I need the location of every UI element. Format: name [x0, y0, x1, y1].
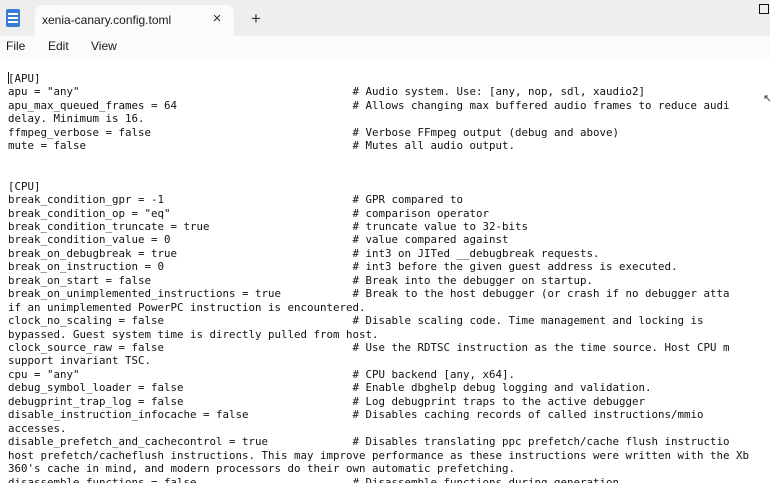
editor-line: apu = "any" # Audio system. Use: [any, n…	[8, 85, 646, 99]
new-tab-button[interactable]: +	[245, 8, 267, 30]
editor-line: ffmpeg_verbose = false # Verbose FFmpeg …	[8, 125, 620, 139]
menu-bar: File Edit View	[0, 36, 770, 58]
editor-line: delay. Minimum is 16.	[8, 112, 145, 126]
editor-line: accesses.	[8, 421, 67, 435]
editor-line: host prefetch/cacheflush instructions. T…	[8, 448, 750, 462]
editor-line: [CPU]	[8, 179, 41, 193]
menu-view[interactable]: View	[91, 39, 117, 53]
notepad-icon	[6, 9, 20, 27]
editor-line: bypassed. Guest system time is directly …	[8, 327, 379, 341]
editor-line: mute = false # Mutes all audio output.	[8, 139, 516, 153]
editor-line: break_on_instruction = 0 # int3 before t…	[8, 260, 678, 274]
editor-line: break_condition_truncate = true # trunca…	[8, 219, 529, 233]
editor-line: break_on_debugbreak = true # int3 on JIT…	[8, 246, 600, 260]
tab-title: xenia-canary.config.toml	[42, 13, 172, 27]
text-editor[interactable]: ↖ [APU] apu = "any" # Audio system. Use: …	[0, 58, 770, 483]
close-icon[interactable]: ×	[207, 9, 227, 29]
editor-line: if an unimplemented PowerPC instruction …	[8, 300, 366, 314]
editor-line: break_on_start = false # Break into the …	[8, 273, 594, 287]
editor-line: clock_source_raw = false # Use the RDTSC…	[8, 341, 730, 354]
menu-file[interactable]: File	[6, 39, 25, 53]
title-bar: xenia-canary.config.toml × +	[0, 0, 770, 36]
editor-line: break_condition_value = 0 # value compar…	[8, 233, 509, 247]
editor-line: debugprint_trap_log = false # Log debugp…	[8, 394, 646, 408]
tab-config-file[interactable]: xenia-canary.config.toml ×	[35, 5, 234, 36]
editor-line: disable_prefetch_and_cachecontrol = true…	[8, 435, 730, 449]
editor-line: break_condition_gpr = -1 # GPR compared …	[8, 193, 464, 207]
editor-line: clock_no_scaling = false # Disable scali…	[8, 314, 704, 328]
editor-line: disable_instruction_infocache = false # …	[8, 408, 704, 422]
menu-edit[interactable]: Edit	[48, 39, 69, 53]
mouse-cursor-icon: ↖	[763, 93, 770, 105]
editor-line: disassemble_functions = false # Disassem…	[8, 475, 626, 483]
editor-line: break_condition_op = "eq" # comparison o…	[8, 206, 490, 220]
editor-line: apu_max_queued_frames = 64 # Allows chan…	[8, 98, 730, 112]
editor-line: [APU]	[8, 72, 41, 85]
editor-line: break_on_unimplemented_instructions = tr…	[8, 287, 730, 301]
editor-line: 360's cache in mind, and modern processo…	[8, 462, 516, 476]
editor-line: debug_symbol_loader = false # Enable dbg…	[8, 381, 652, 395]
editor-line: support invariant TSC.	[8, 354, 152, 368]
maximize-icon[interactable]	[759, 4, 769, 14]
editor-line: cpu = "any" # CPU backend [any, x64].	[8, 367, 516, 381]
